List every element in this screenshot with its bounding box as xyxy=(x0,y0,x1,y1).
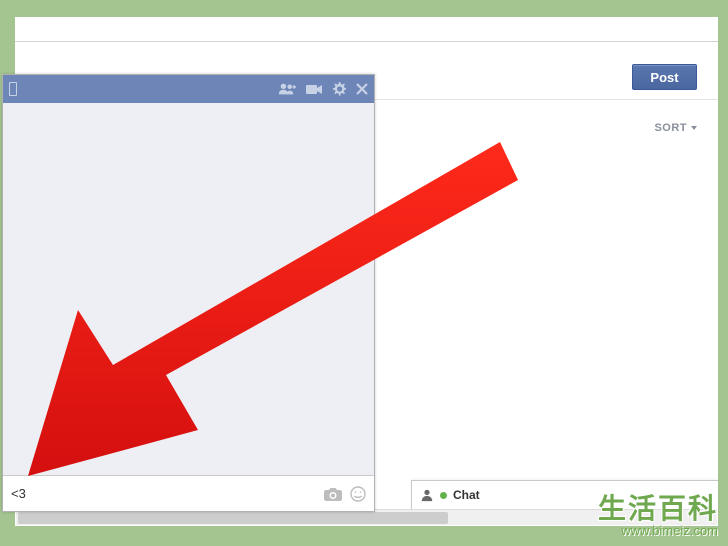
chat-titlebar[interactable] xyxy=(3,75,374,103)
emoji-icon[interactable] xyxy=(350,486,366,502)
chat-popup-window xyxy=(2,74,375,512)
person-icon xyxy=(420,488,434,502)
gear-icon[interactable] xyxy=(332,82,346,96)
mobile-icon xyxy=(9,82,17,96)
chat-tab-label: Chat xyxy=(453,488,480,502)
chat-message-area xyxy=(3,103,374,475)
close-icon[interactable] xyxy=(356,83,368,95)
titlebar-left xyxy=(9,82,17,96)
status-online-icon xyxy=(440,492,447,499)
chat-sidebar-tab[interactable]: Chat xyxy=(411,480,718,509)
scrollbar-thumb[interactable] xyxy=(18,512,448,524)
sort-label: SORT xyxy=(654,122,687,134)
chat-input-row xyxy=(3,475,374,511)
sort-dropdown[interactable]: SORT xyxy=(654,122,697,134)
add-friends-icon[interactable] xyxy=(278,82,296,96)
post-button[interactable]: Post xyxy=(632,64,697,90)
video-call-icon[interactable] xyxy=(306,84,322,95)
titlebar-actions xyxy=(278,82,368,96)
camera-icon[interactable] xyxy=(324,486,342,501)
caret-down-icon xyxy=(691,126,697,130)
chat-message-input[interactable] xyxy=(11,486,316,501)
